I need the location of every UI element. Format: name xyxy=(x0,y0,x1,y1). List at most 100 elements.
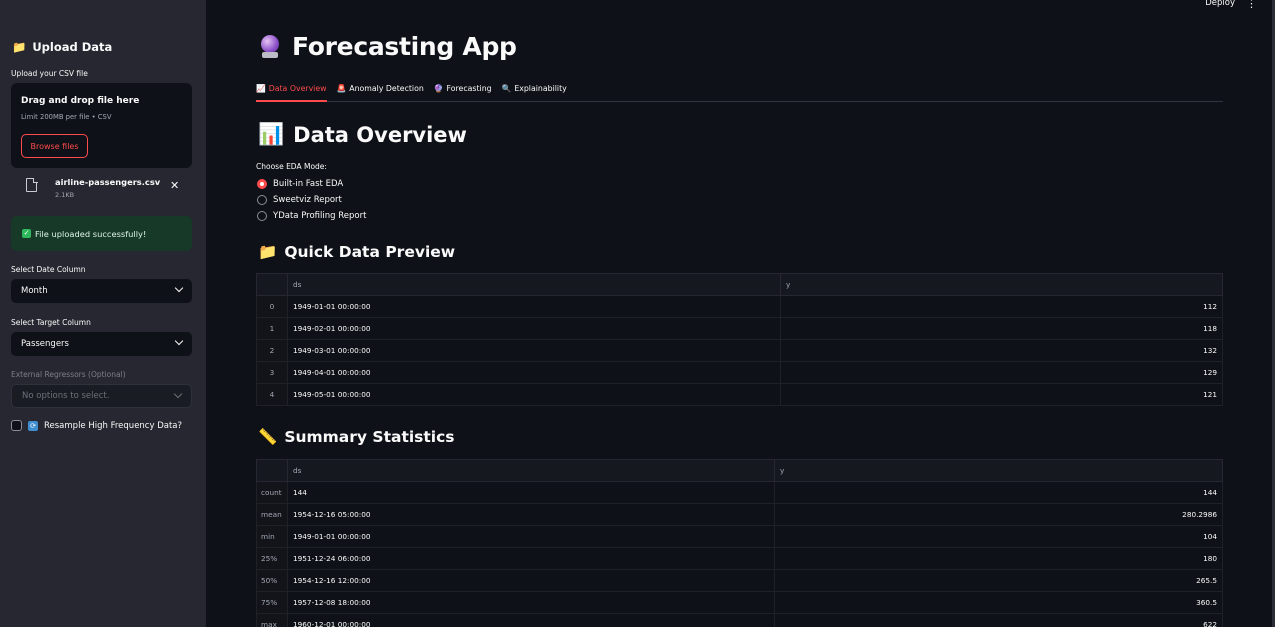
index-cell: 1 xyxy=(256,317,288,340)
date-column-select[interactable]: Month xyxy=(11,279,192,303)
tab-data-overview[interactable]: 📈 Data Overview xyxy=(256,80,327,102)
preview-table[interactable]: ds y 0 1949-01-01 00:00:00 112 1 1949-02-01 … xyxy=(256,273,1223,406)
table-row[interactable]: 25% 1951-12-24 06:00:00 180 xyxy=(256,547,1223,570)
date-cell: 1954-12-16 12:00:00 xyxy=(287,569,775,592)
close-icon[interactable]: ✕ xyxy=(170,179,179,192)
date-cell: 1949-03-01 00:00:00 xyxy=(287,339,781,362)
index-cell: max xyxy=(256,613,288,627)
index-cell: 0 xyxy=(256,295,288,318)
date-cell: 1949-02-01 00:00:00 xyxy=(287,317,781,340)
date-cell: 1949-01-01 00:00:00 xyxy=(287,295,781,318)
resample-label: Resample High Frequency Data? xyxy=(44,420,183,431)
eda-mode-label: Choose EDA Mode: xyxy=(256,162,327,171)
column-header[interactable]: y xyxy=(780,273,1223,296)
radio[interactable] xyxy=(257,195,267,205)
radio-label: Built-in Fast EDA xyxy=(273,179,344,189)
section-title: 📊 Data Overview xyxy=(258,122,467,147)
page-title: Forecasting App xyxy=(260,32,517,61)
value-cell: 118 xyxy=(780,317,1223,340)
check-icon: ✓ xyxy=(22,229,31,238)
tab-label: Explainability xyxy=(514,84,567,93)
chart-icon: 📈 xyxy=(256,84,266,93)
date-cell: 1949-04-01 00:00:00 xyxy=(287,361,781,384)
radio-selected[interactable] xyxy=(257,179,267,189)
date-cell: 1954-12-16 05:00:00 xyxy=(287,503,775,526)
file-name: airline-passengers.csv xyxy=(55,177,161,187)
value-cell: 265.5 xyxy=(774,569,1223,592)
file-icon xyxy=(26,177,38,192)
crystal-ball-icon xyxy=(260,34,280,59)
tab-label: Data Overview xyxy=(268,84,327,93)
value-cell: 144 xyxy=(774,481,1223,504)
index-cell: mean xyxy=(256,503,288,526)
regressors-multiselect[interactable]: No options to select. xyxy=(11,384,192,408)
eda-option-fast[interactable]: Built-in Fast EDA xyxy=(257,179,343,189)
index-cell: 4 xyxy=(256,383,288,406)
value-cell: 622 xyxy=(774,613,1223,627)
value-cell: 132 xyxy=(780,339,1223,362)
date-cell: 1960-12-01 00:00:00 xyxy=(287,613,775,627)
tab-label: Anomaly Detection xyxy=(349,84,424,93)
table-row[interactable]: 2 1949-03-01 00:00:00 132 xyxy=(256,339,1223,362)
radio-label: YData Profiling Report xyxy=(273,211,367,221)
table-row[interactable]: max 1960-12-01 00:00:00 622 xyxy=(256,613,1223,627)
value-cell: 180 xyxy=(774,547,1223,570)
value-cell: 129 xyxy=(780,361,1223,384)
table-row[interactable]: 75% 1957-12-08 18:00:00 360.5 xyxy=(256,591,1223,614)
dropzone-limit: Limit 200MB per file • CSV xyxy=(21,113,112,121)
tab-explainability[interactable]: 🔍 Explainability xyxy=(502,80,567,102)
value-cell: 360.5 xyxy=(774,591,1223,614)
index-cell: 2 xyxy=(256,339,288,362)
deploy-button[interactable]: Deploy xyxy=(1205,0,1235,8)
table-row[interactable]: 50% 1954-12-16 12:00:00 265.5 xyxy=(256,569,1223,592)
siren-icon: 🚨 xyxy=(336,84,347,93)
chevron-down-icon xyxy=(174,283,184,293)
eda-option-ydata[interactable]: YData Profiling Report xyxy=(257,211,366,221)
table-row[interactable]: 1 1949-02-01 00:00:00 118 xyxy=(256,317,1223,340)
page-title-text: Forecasting App xyxy=(292,32,517,61)
index-cell: count xyxy=(256,481,288,504)
section-title-text: Data Overview xyxy=(293,122,467,147)
checkbox[interactable] xyxy=(11,420,22,431)
column-header[interactable]: y xyxy=(774,459,1223,482)
regressors-label: External Regressors (Optional) xyxy=(11,370,126,379)
preview-title-text: Quick Data Preview xyxy=(284,243,456,261)
table-row[interactable]: mean 1954-12-16 05:00:00 280.2986 xyxy=(256,503,1223,526)
table-row[interactable]: 3 1949-04-01 00:00:00 129 xyxy=(256,361,1223,384)
folder-icon: 📁 xyxy=(258,243,278,261)
ruler-icon: 📏 xyxy=(258,428,278,446)
browse-files-button[interactable]: Browse files xyxy=(21,134,88,158)
index-cell: 50% xyxy=(256,569,288,592)
file-dropzone[interactable]: Drag and drop file here Limit 200MB per … xyxy=(11,83,192,168)
uploaded-file: airline-passengers.csv 2.1KB ✕ xyxy=(24,175,189,203)
resample-checkbox[interactable]: ⟳ Resample High Frequency Data? xyxy=(11,420,182,431)
table-header-row: ds y xyxy=(256,459,1223,482)
date-cell: 1951-12-24 06:00:00 xyxy=(287,547,775,570)
sidebar: 📁 Upload Data Upload your CSV file Drag … xyxy=(0,0,206,627)
magnifier-icon: 🔍 xyxy=(501,84,512,93)
column-header[interactable]: ds xyxy=(287,273,781,296)
tab-forecasting[interactable]: 🔮 Forecasting xyxy=(434,80,492,102)
eda-option-sweetviz[interactable]: Sweetviz Report xyxy=(257,195,342,205)
index-header xyxy=(256,459,288,482)
crystal-ball-icon: 🔮 xyxy=(433,84,444,93)
stats-table[interactable]: ds y count 144 144 mean 1954-12-16 05:00:00 2… xyxy=(256,459,1223,627)
stats-title-text: Summary Statistics xyxy=(284,428,455,446)
date-cell: 144 xyxy=(287,481,775,504)
chevron-down-icon xyxy=(174,336,184,346)
date-cell: 1949-01-01 00:00:00 xyxy=(287,525,775,548)
index-cell: 3 xyxy=(256,361,288,384)
tab-anomaly-detection[interactable]: 🚨 Anomaly Detection xyxy=(337,80,424,102)
table-row[interactable]: min 1949-01-01 00:00:00 104 xyxy=(256,525,1223,548)
table-row[interactable]: 0 1949-01-01 00:00:00 112 xyxy=(256,295,1223,318)
target-column-select[interactable]: Passengers xyxy=(11,332,192,356)
value-cell: 112 xyxy=(780,295,1223,318)
column-header[interactable]: ds xyxy=(287,459,775,482)
table-row[interactable]: count 144 144 xyxy=(256,481,1223,504)
upload-label: Upload your CSV file xyxy=(11,69,88,78)
index-cell: 25% xyxy=(256,547,288,570)
tab-bar: 📈 Data Overview 🚨 Anomaly Detection 🔮 Fo… xyxy=(256,80,1223,102)
more-menu-icon[interactable]: ⋮ xyxy=(1246,0,1257,10)
radio[interactable] xyxy=(257,211,267,221)
table-row[interactable]: 4 1949-05-01 00:00:00 121 xyxy=(256,383,1223,406)
